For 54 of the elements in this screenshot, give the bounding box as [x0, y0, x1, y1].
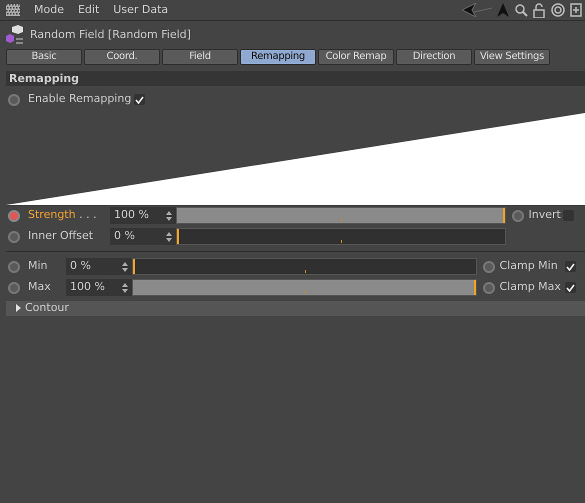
tab[interactable]: Coord. — [84, 49, 160, 65]
parameter-label: Min — [28, 259, 48, 272]
option-label: Clamp Min — [500, 258, 559, 274]
menu-item[interactable]: Mode — [34, 2, 64, 18]
checkbox[interactable] — [134, 94, 146, 105]
parameter-label: Inner Offset — [28, 229, 94, 242]
check-icon — [566, 284, 574, 292]
checkbox[interactable] — [564, 261, 576, 272]
cursor-icon[interactable] — [497, 3, 510, 17]
tab[interactable]: View Settings — [474, 49, 550, 65]
grid-icon[interactable] — [6, 4, 20, 16]
animation-radio[interactable] — [8, 210, 20, 222]
curve-graph[interactable] — [6, 113, 585, 205]
target-icon[interactable] — [550, 3, 565, 17]
spinner-icon[interactable] — [122, 262, 128, 272]
option-label: Clamp Max — [500, 279, 562, 296]
search-icon[interactable] — [514, 4, 528, 16]
animation-radio[interactable] — [8, 230, 20, 242]
option-label: Invert — [528, 207, 562, 224]
tab[interactable]: Remapping — [240, 49, 316, 65]
back-arrow-icon[interactable] — [462, 3, 492, 17]
caret-icon[interactable] — [16, 304, 21, 312]
number-field[interactable]: 0 % — [66, 258, 132, 275]
tab[interactable]: Field — [162, 49, 238, 65]
spinner-icon[interactable] — [166, 210, 172, 220]
spinner-icon[interactable] — [122, 282, 128, 292]
check-icon — [135, 96, 144, 104]
parameter-label: Max — [28, 280, 51, 294]
field-object-icon — [6, 25, 24, 45]
tab[interactable]: Basic — [6, 49, 82, 65]
parameter-label: Strength — [28, 208, 76, 222]
tab[interactable]: Color Remap — [318, 49, 394, 65]
animation-radio[interactable] — [8, 260, 20, 272]
animation-radio[interactable] — [512, 210, 524, 222]
lock-icon[interactable] — [533, 2, 546, 18]
menu-item[interactable]: User Data — [113, 2, 168, 18]
option-label: Enable Remapping — [28, 91, 132, 108]
animation-radio[interactable] — [482, 282, 494, 294]
contour-header[interactable]: Contour — [6, 300, 585, 316]
checkbox[interactable] — [564, 282, 576, 293]
animation-radio[interactable] — [8, 282, 20, 294]
spinner-icon[interactable] — [166, 232, 172, 242]
menu-item[interactable]: Edit — [78, 2, 100, 18]
section-header: Remapping — [6, 71, 585, 86]
animation-radio[interactable] — [8, 94, 20, 106]
number-field[interactable]: 100 % — [110, 207, 176, 224]
number-field[interactable]: 0 % — [110, 228, 176, 245]
add-icon[interactable] — [570, 3, 582, 17]
animation-radio[interactable] — [482, 260, 494, 272]
check-icon — [566, 262, 574, 270]
object-title: Random Field [Random Field] — [30, 26, 191, 43]
leader-dots: . . . — [79, 208, 97, 222]
number-field[interactable]: 100 % — [66, 279, 132, 296]
tab[interactable]: Direction — [396, 49, 472, 65]
